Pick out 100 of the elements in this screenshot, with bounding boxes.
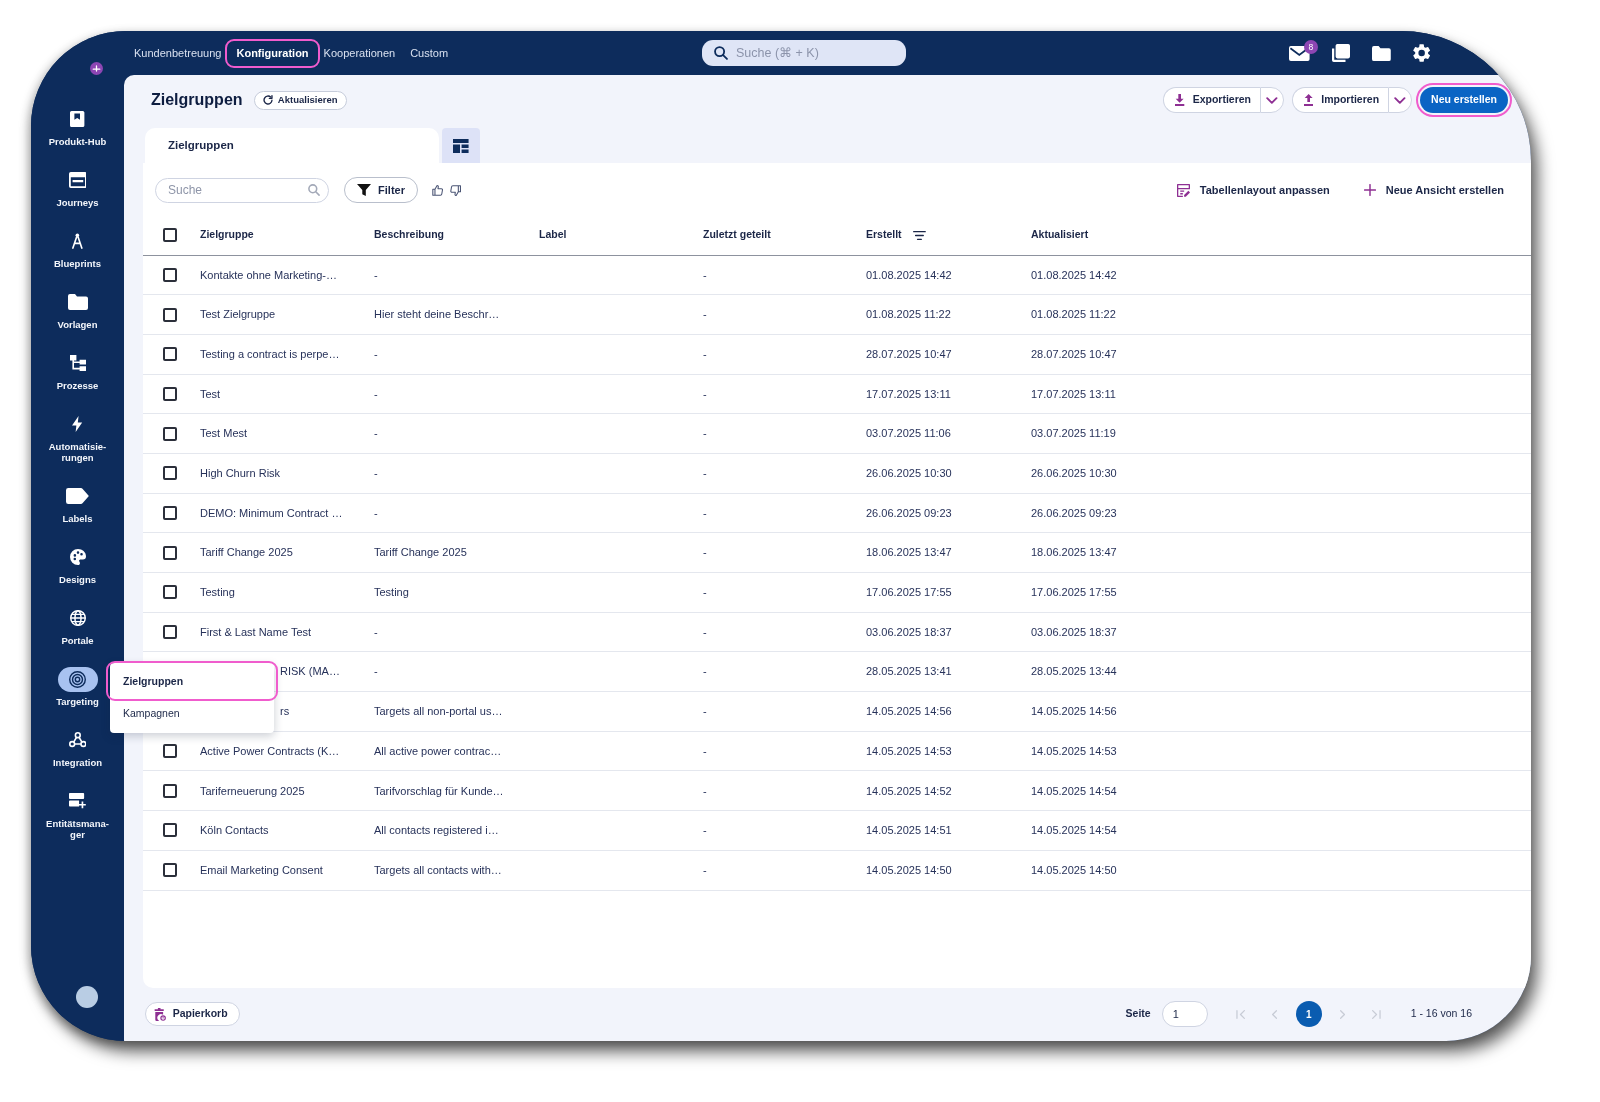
checkbox[interactable]	[163, 625, 177, 640]
folder-icon[interactable]	[1371, 45, 1391, 61]
search-field[interactable]: Suche	[155, 177, 329, 203]
sidebar-item[interactable]: Labels	[41, 488, 114, 524]
sidebar-item[interactable]: Vorlagen	[41, 294, 114, 330]
table-cell: 14.05.2025 14:53	[856, 731, 1021, 771]
table-cell: 01.08.2025 11:22	[856, 294, 1021, 335]
sidebar-item[interactable]: Journeys	[41, 172, 114, 208]
new-view-button[interactable]: Neue Ansicht erstellen	[1363, 181, 1504, 199]
table-cell: -	[364, 612, 529, 652]
export-button[interactable]: Exportieren	[1163, 87, 1260, 113]
column-header[interactable]: Zielgruppe	[190, 215, 364, 255]
table-cell: 26.06.2025 09:23	[856, 493, 1021, 533]
nav-tab[interactable]: Kundenbetreuung	[127, 42, 229, 64]
sidebar-item[interactable]: Produkt-Hub	[41, 111, 114, 147]
server-plus-icon	[69, 793, 86, 809]
table-cell: -	[693, 294, 856, 335]
mail-icon[interactable]	[1289, 45, 1310, 61]
table-cell: Kontakte ohne Marketing-…	[190, 255, 364, 295]
table-layout-icon[interactable]	[442, 128, 480, 163]
checkbox[interactable]	[163, 585, 177, 600]
checkbox[interactable]	[163, 267, 177, 282]
table-cell: Tariferneuerung 2025	[190, 770, 364, 811]
sidebar-item[interactable]: Prozesse	[41, 355, 114, 391]
table-cell: 14.05.2025 14:52	[856, 770, 1021, 811]
sidebar-item[interactable]: Blueprints	[41, 233, 114, 269]
checkbox[interactable]	[163, 466, 177, 481]
table-cell: Targets all non-portal us…	[364, 691, 529, 732]
book-icon	[70, 111, 85, 127]
table-cell: -	[693, 572, 856, 613]
checkbox[interactable]	[163, 823, 177, 838]
column-header[interactable]: Beschreibung	[364, 215, 529, 255]
search-icon	[714, 46, 728, 60]
dropdown-button[interactable]	[1388, 87, 1413, 113]
filter-button[interactable]: Filter	[344, 177, 418, 203]
table-cell: All active power contrac…	[364, 731, 529, 771]
table-cell: 03.07.2025 11:06	[856, 413, 1021, 454]
checkbox[interactable]	[163, 783, 177, 798]
table-cell: First & Last Name Test	[190, 612, 364, 652]
checkbox[interactable]	[163, 863, 177, 878]
checkbox[interactable]	[163, 386, 177, 401]
sidebar-item[interactable]: Designs	[41, 549, 114, 585]
refresh-button[interactable]: Aktualisieren	[253, 90, 347, 110]
window-icon	[68, 172, 87, 188]
page-button[interactable]: 1	[1295, 1001, 1322, 1027]
settings-icon[interactable]	[1412, 44, 1430, 62]
tag-icon	[66, 488, 89, 504]
table-cell: Tariff Change 2025	[190, 532, 364, 573]
table-cell: 01.08.2025 11:22	[1021, 294, 1276, 335]
table-cell: 14.05.2025 14:54	[1021, 770, 1276, 811]
table-cell: All contacts registered i…	[364, 810, 529, 851]
table-cell: -	[693, 374, 856, 414]
view-tab[interactable]: Zielgruppen	[145, 128, 439, 163]
column-header[interactable]: Erstellt	[856, 215, 1021, 255]
refresh-icon	[262, 95, 273, 105]
table-cell: -	[693, 810, 856, 851]
search-field[interactable]: Suche (⌘ + K)	[702, 40, 906, 66]
table-layout-button[interactable]: Tabellenlayout anpassen	[1176, 181, 1330, 199]
column-header[interactable]: Label	[529, 215, 693, 255]
sort-icon[interactable]	[912, 230, 926, 240]
sidebar-item[interactable]: Automatisie-rungen	[41, 416, 114, 463]
checkbox[interactable]	[163, 347, 177, 362]
checkbox[interactable]	[163, 505, 177, 520]
table-cell: High Churn Risk	[190, 453, 364, 494]
sidebar-item[interactable]: Integration	[41, 732, 114, 768]
thumbs-down-icon[interactable]	[450, 184, 462, 196]
table-cell: -	[693, 651, 856, 692]
table-cell: 26.06.2025 10:30	[856, 453, 1021, 494]
table-cell: Testing	[364, 572, 529, 613]
checkbox[interactable]	[163, 545, 177, 560]
table-cell: 14.05.2025 14:50	[1021, 850, 1276, 890]
checkbox[interactable]	[163, 227, 177, 242]
dropdown-button[interactable]	[1260, 87, 1284, 113]
checkbox[interactable]	[163, 744, 177, 759]
nav-tab[interactable]: Custom	[403, 42, 456, 64]
sidebar-item[interactable]: Entitätsmana-ger	[41, 793, 114, 840]
table-cell: 03.06.2025 18:37	[856, 612, 1021, 652]
checkbox[interactable]	[163, 307, 177, 322]
thumbs-up-icon[interactable]	[432, 184, 444, 196]
table-cell: 28.05.2025 13:41	[856, 651, 1021, 692]
table-cell: Test Zielgruppe	[190, 294, 364, 335]
column-header[interactable]: Zuletzt geteilt	[693, 215, 856, 255]
trash-button[interactable]: Papierkorb	[145, 1002, 240, 1026]
compass-icon	[72, 233, 83, 249]
column-header[interactable]: Aktualisiert	[1021, 215, 1276, 255]
lightning-icon	[72, 416, 83, 432]
import-button[interactable]: Importieren	[1292, 87, 1389, 113]
table-cell: 14.05.2025 14:56	[1021, 691, 1276, 732]
page-input[interactable]: 1	[1161, 1001, 1208, 1027]
checkbox[interactable]	[163, 426, 177, 441]
palette-icon	[69, 549, 86, 565]
nav-tab[interactable]: Kooperationen	[316, 42, 403, 64]
page-range: 1 - 16 von 16	[1410, 1006, 1472, 1022]
table-cell: 26.06.2025 10:30	[1021, 453, 1276, 494]
sidebar-item[interactable]: Portale	[41, 610, 114, 646]
menu-item[interactable]: Kampagnen	[110, 697, 274, 729]
caret-icon	[1394, 96, 1406, 104]
logo-icon[interactable]	[90, 62, 103, 75]
avatar-icon[interactable]	[75, 986, 98, 1008]
copy-icon[interactable]	[1331, 44, 1350, 62]
